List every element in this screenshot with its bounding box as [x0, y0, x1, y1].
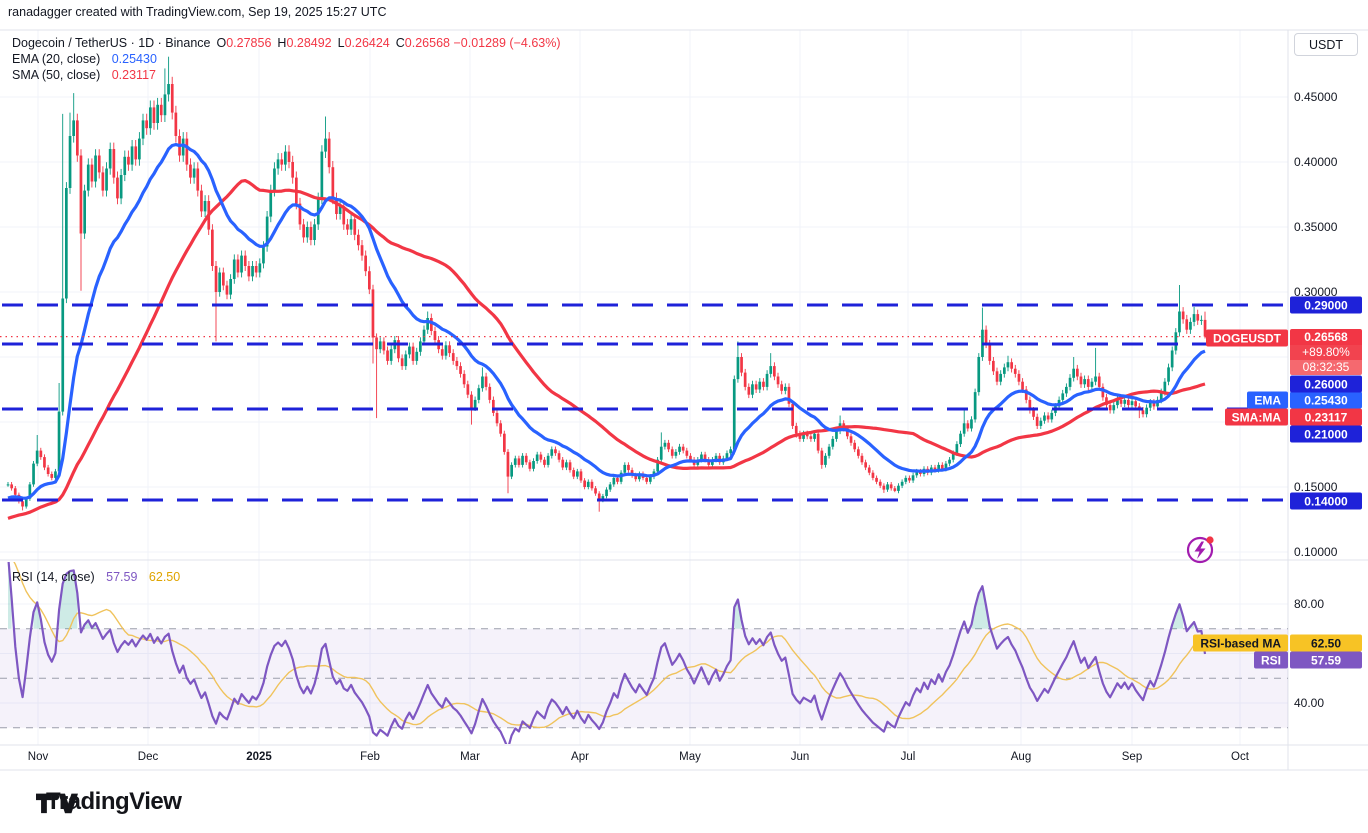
time-axis-label-jul[interactable]: Jul	[901, 751, 916, 763]
ohlc-key: O	[216, 36, 227, 50]
rsi-axis-tick: 40.00	[1294, 696, 1325, 710]
rsi-axis-tick: 80.00	[1294, 597, 1325, 611]
ema-value: 0.25430	[111, 52, 157, 66]
chart-canvas[interactable]	[0, 0, 1368, 780]
time-axis-label-oct[interactable]: Oct	[1231, 751, 1249, 763]
level-axis-badge: 0.21000	[1290, 425, 1362, 443]
sma-axis-badge: 0.23117	[1290, 408, 1362, 426]
ohlc-key: C	[395, 36, 405, 50]
symbol-title: Dogecoin / TetherUS · 1D · Binance	[12, 36, 211, 50]
support-resistance-lines[interactable]	[2, 303, 1286, 502]
tradingview-logo-icon	[36, 793, 78, 814]
main-legend: Dogecoin / TetherUS · 1D · Binance O0.278…	[12, 35, 561, 83]
ema-axis-badge: 0.25430	[1290, 391, 1362, 409]
sma-legend-row[interactable]: SMA (50, close) 0.23117	[12, 67, 561, 83]
ema-title: EMA (20, close)	[12, 52, 101, 66]
time-axis-label-mar[interactable]: Mar	[460, 751, 480, 763]
rsi-line-label: RSI	[1253, 651, 1288, 669]
rsi-ma-value: 62.50	[148, 570, 181, 584]
rsi-value: 57.59	[106, 570, 138, 584]
sma-value: 0.23117	[111, 68, 156, 82]
current-price-axis-badge: 0.26568 +89.80% 08:32:35	[1290, 329, 1362, 375]
level-axis-badge: 0.26000	[1290, 375, 1362, 393]
ohlc-key: L	[337, 36, 345, 50]
rsi-band	[0, 628, 1288, 729]
ohlc-value: 0.27856	[226, 36, 272, 50]
level-axis-badge: 0.29000	[1290, 296, 1362, 314]
change-value: −0.01289 (−4.63%)	[453, 36, 561, 50]
ema-line-label: EMA	[1247, 391, 1288, 409]
price-axis-tick: 0.45000	[1294, 90, 1338, 104]
time-axis-label-aug[interactable]: Aug	[1011, 751, 1031, 763]
price-axis-tick: 0.35000	[1294, 220, 1338, 234]
time-axis-label-nov[interactable]: Nov	[28, 751, 48, 763]
sma-title: SMA (50, close)	[12, 68, 101, 82]
symbol-legend-row[interactable]: Dogecoin / TetherUS · 1D · Binance O0.278…	[12, 35, 561, 51]
sma-line-label: SMA:MA	[1224, 408, 1288, 426]
bar-countdown: 08:32:35	[1290, 360, 1362, 375]
time-axis-label-2025[interactable]: 2025	[246, 751, 272, 763]
sma50-line	[7, 179, 1206, 520]
rsi-ma-line-label: RSI-based MA	[1193, 634, 1288, 652]
rsi-overbought-fill	[8, 562, 1195, 629]
ema20-line	[7, 143, 1206, 500]
time-axis-label-jun[interactable]: Jun	[791, 751, 810, 763]
price-axis-tick: 0.40000	[1294, 155, 1338, 169]
rsi-axis-badge: 57.59	[1290, 651, 1362, 669]
currency-axis-button[interactable]: USDT	[1294, 33, 1358, 56]
rsi-title: RSI (14, close)	[12, 570, 95, 584]
time-axis-label-dec[interactable]: Dec	[138, 751, 158, 763]
current-price-value: 0.26568	[1290, 329, 1362, 345]
time-axis-label-feb[interactable]: Feb	[360, 751, 380, 763]
ohlc-value: 0.26568	[404, 36, 450, 50]
time-axis-label-sep[interactable]: Sep	[1122, 751, 1142, 763]
ohlc-value: 0.28492	[286, 36, 332, 50]
level-axis-badge: 0.14000	[1290, 492, 1362, 510]
current-price-change: +89.80%	[1290, 345, 1362, 360]
boost-icon[interactable]	[1186, 536, 1214, 564]
tradingview-logo[interactable]: TradingView	[36, 788, 182, 816]
symbol-price-line-label: DOGEUSDT	[1205, 329, 1288, 347]
ohlc-value: 0.26424	[344, 36, 390, 50]
candles-layer	[6, 56, 1207, 512]
time-axis-label-may[interactable]: May	[679, 751, 701, 763]
rsi-ma-axis-badge: 62.50	[1290, 634, 1362, 652]
rsi-legend-row[interactable]: RSI (14, close) 57.59 62.50	[12, 570, 180, 584]
tradingview-chart-page: ranadagger created with TradingView.com,…	[0, 0, 1368, 833]
price-axis-tick: 0.10000	[1294, 545, 1338, 559]
time-axis-label-apr[interactable]: Apr	[571, 751, 589, 763]
ema-legend-row[interactable]: EMA (20, close) 0.25430	[12, 51, 561, 67]
